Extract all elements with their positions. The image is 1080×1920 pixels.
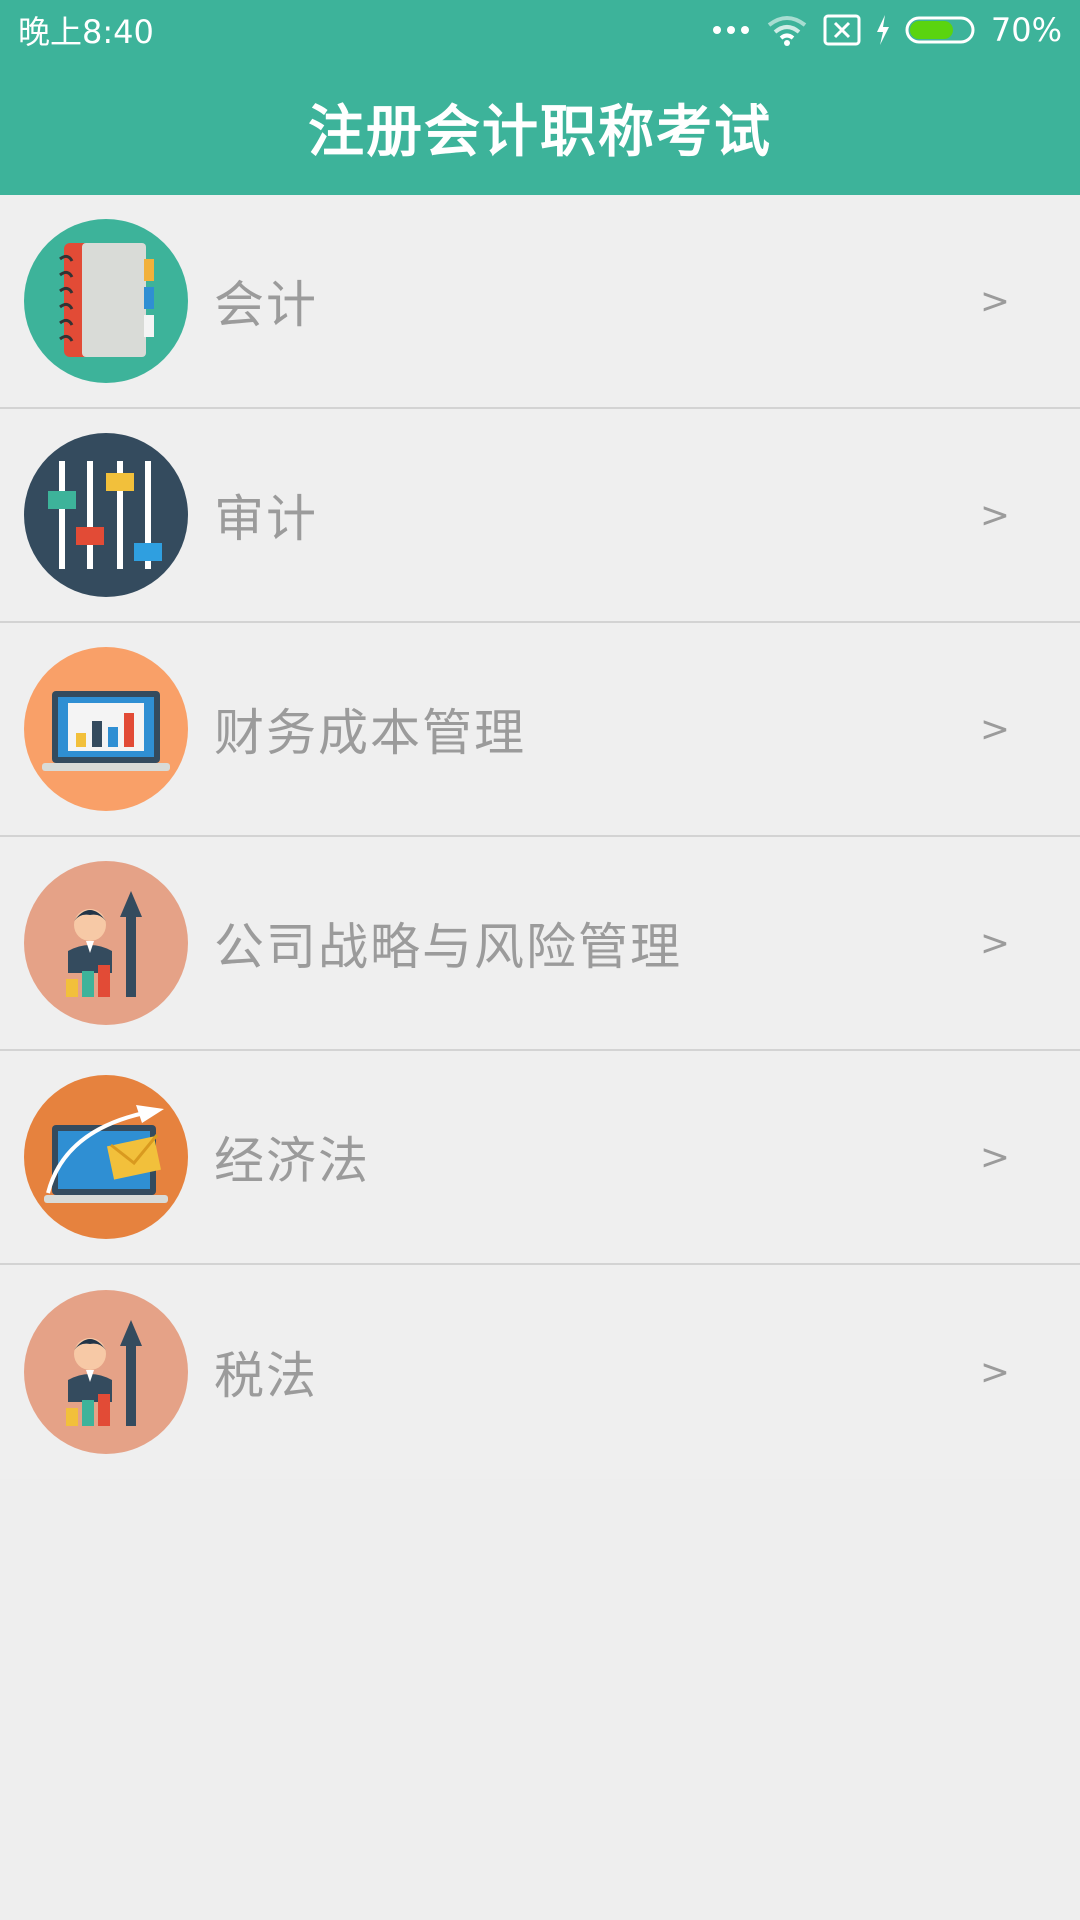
sim-absent-icon <box>823 14 861 46</box>
list-item-label: 会计 <box>214 276 318 334</box>
list-item-corporate-strategy-risk[interactable]: 公司战略与风险管理 > <box>0 837 1080 1051</box>
businessman-growth-icon <box>24 861 188 1025</box>
list-item-financial-cost-management[interactable]: 财务成本管理 > <box>0 623 1080 837</box>
status-icons: 70% <box>711 11 1062 49</box>
list-item-accounting[interactable]: 会计 > <box>0 195 1080 409</box>
chevron-right-icon: > <box>979 280 1010 322</box>
laptop-mail-icon <box>24 1075 188 1239</box>
sliders-icon <box>24 433 188 597</box>
status-time: 晚上8:40 <box>18 13 154 51</box>
more-dots-icon <box>712 26 749 34</box>
list-item-label: 税法 <box>214 1347 318 1405</box>
chevron-right-icon: > <box>979 922 1010 964</box>
list-item-audit[interactable]: 审计 > <box>0 409 1080 623</box>
wifi-icon <box>767 16 807 46</box>
battery-icon <box>905 16 975 44</box>
chevron-right-icon: > <box>979 708 1010 750</box>
notebook-icon <box>24 219 188 383</box>
battery-percent: 70% <box>990 11 1062 49</box>
list-item-label: 经济法 <box>214 1132 370 1190</box>
list-item-label: 财务成本管理 <box>214 704 526 762</box>
subject-list: 会计 > 审计 > 财务成本管理 > 公司战略与风险管理 > 经济法 > 税法 … <box>0 195 1080 1479</box>
chevron-right-icon: > <box>979 494 1010 536</box>
app-header: 晚上8:40 70% 注册会计职称考试 <box>0 0 1080 195</box>
chevron-right-icon: > <box>979 1136 1010 1178</box>
title-bar: 注册会计职称考试 <box>0 60 1080 195</box>
list-item-label: 审计 <box>214 490 318 548</box>
charging-icon <box>876 15 889 45</box>
page-title: 注册会计职称考试 <box>308 100 772 165</box>
businessman-growth-icon <box>24 1290 188 1454</box>
list-item-economic-law[interactable]: 经济法 > <box>0 1051 1080 1265</box>
list-item-label: 公司战略与风险管理 <box>214 918 682 976</box>
chevron-right-icon: > <box>979 1351 1010 1393</box>
list-item-tax-law[interactable]: 税法 > <box>0 1265 1080 1479</box>
status-bar: 晚上8:40 70% <box>0 0 1080 60</box>
laptop-chart-icon <box>24 647 188 811</box>
